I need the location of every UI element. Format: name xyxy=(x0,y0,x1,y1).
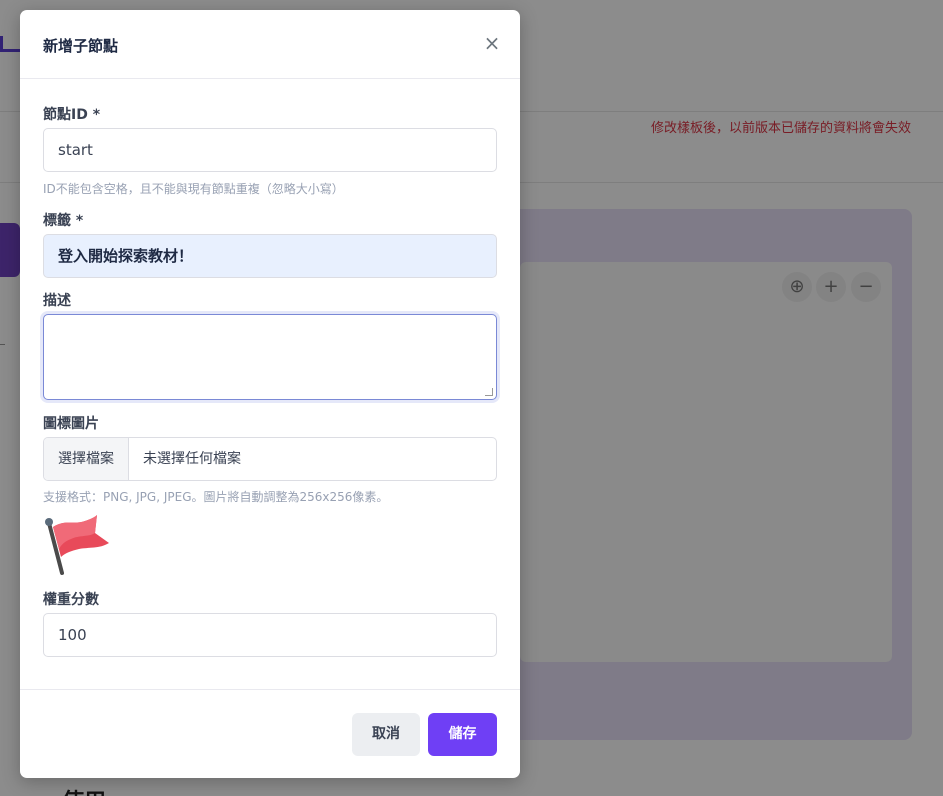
tag-input[interactable]: 登入開始探索教材！ xyxy=(43,234,497,278)
icon-image-label: 圖標圖片 xyxy=(43,416,99,432)
red-flag-icon xyxy=(43,513,109,575)
modal-title: 新增子節點 xyxy=(43,37,119,55)
tag-label: 標籤 * xyxy=(43,213,84,229)
description-label: 描述 xyxy=(43,293,71,309)
save-button[interactable]: 儲存 xyxy=(428,713,497,756)
node-id-label: 節點ID * xyxy=(43,107,101,123)
close-icon[interactable]: × xyxy=(482,33,502,54)
add-child-node-modal: 新增子節點 × 節點ID * start ID不能包含空格，且不能與現有節點重複… xyxy=(20,10,520,778)
description-textarea[interactable] xyxy=(43,314,497,400)
node-id-input[interactable]: start xyxy=(43,128,497,172)
weight-label: 權重分數 xyxy=(43,592,99,608)
weight-input[interactable]: 100 xyxy=(43,613,497,657)
choose-file-button[interactable]: 選擇檔案 xyxy=(44,438,129,480)
modal-footer: 取消 儲存 xyxy=(20,689,520,778)
icon-image-file-input[interactable]: 選擇檔案 未選擇任何檔案 xyxy=(43,437,497,481)
cancel-button[interactable]: 取消 xyxy=(352,713,420,756)
resize-grip[interactable] xyxy=(485,388,493,396)
modal-header: 新增子節點 × xyxy=(20,10,520,79)
icon-image-help: 支援格式：PNG, JPG, JPEG。圖片將自動調整為256x256像素。 xyxy=(43,490,389,504)
node-id-help: ID不能包含空格，且不能與現有節點重複（忽略大小寫） xyxy=(43,182,344,196)
file-name-text: 未選擇任何檔案 xyxy=(143,451,241,467)
